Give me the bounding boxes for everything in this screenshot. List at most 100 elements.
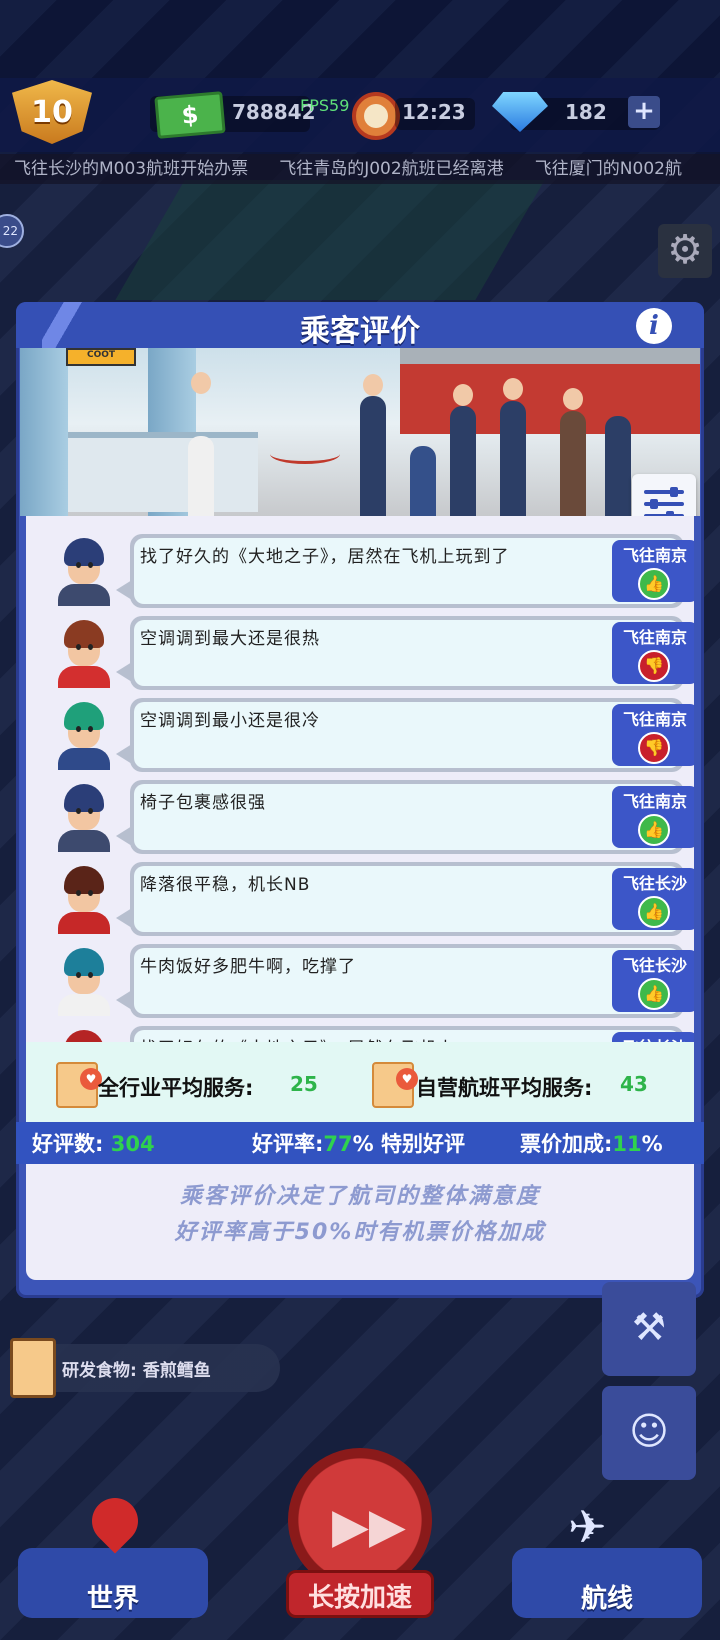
gear-icon[interactable]: ⚙ (658, 224, 712, 278)
avatar-eye (76, 890, 81, 896)
avatar-hair (64, 620, 104, 648)
shop-front (400, 364, 700, 434)
destination-tag: 飞往南京 👍 (612, 786, 694, 848)
checkin-counter (68, 432, 258, 512)
avatar-eye (88, 972, 93, 978)
passenger-head (503, 378, 523, 400)
service-stats: 全行业平均服务: 25 自营航班平均服务: 43 (26, 1042, 694, 1122)
sliders-icon[interactable] (632, 474, 696, 516)
destination-label: 飞往南京 (622, 546, 687, 565)
passenger-figure (500, 401, 526, 516)
avatar-eye (88, 644, 93, 650)
news-ticker: 飞往长沙的M003航班开始办票 飞往青岛的J002航班已经离港 飞往厦门的N00… (0, 154, 720, 184)
destination-tag: 飞往长沙 👍 (612, 950, 694, 1012)
paper-plane-icon: ✈ (568, 1500, 607, 1554)
passenger-figure (560, 411, 586, 516)
airport-banner-image: COOT (20, 348, 700, 516)
service-report-icon (56, 1062, 102, 1108)
avatar-eye (88, 890, 93, 896)
thumbs-up-icon: 👍 (638, 814, 670, 846)
footer-line: 乘客评价决定了航司的整体满意度 (179, 1184, 540, 1209)
avatar-eye (76, 726, 81, 732)
destination-tag: 飞往南京 👎 (612, 704, 694, 766)
passenger-avatar (54, 944, 114, 1018)
review-row: 空调调到最小还是很冷 飞往南京 👎 (26, 698, 694, 772)
avatar-body (58, 584, 110, 606)
avatar-eye (88, 726, 93, 732)
good-count-value: 304 (110, 1132, 155, 1156)
own-avg-value: 43 (620, 1072, 648, 1096)
gem-value: 182 (565, 100, 607, 124)
avatar-eye (76, 808, 81, 814)
thumbs-up-icon: 👍 (638, 896, 670, 928)
passenger-figure (360, 396, 386, 516)
staff-figure (188, 436, 214, 516)
avatar-hair (64, 866, 104, 894)
queue-rope (270, 444, 340, 464)
avatar-body (58, 912, 110, 934)
good-rate-label: 好评率: (252, 1132, 324, 1156)
passenger-figure (410, 446, 436, 516)
fps-counter: FPS59 (300, 96, 350, 115)
avatar-body (58, 830, 110, 852)
industry-avg-label: 全行业平均服务: (98, 1076, 254, 1100)
panel-title: 乘客评价 (300, 314, 420, 349)
speed-label: 长按加速 (307, 1583, 412, 1613)
thumbs-up-icon: 👍 (638, 978, 670, 1010)
industry-avg-value: 25 (290, 1072, 318, 1096)
review-text: 空调调到最小还是很冷 (140, 711, 320, 731)
review-text: 降落很平稳，机长NB (140, 875, 311, 895)
passenger-figure (605, 416, 631, 516)
avatar-hair (64, 948, 104, 976)
avatar-hair (64, 784, 104, 812)
passenger-avatar (54, 534, 114, 608)
clipboard-icon (10, 1338, 56, 1398)
shop-roof (400, 348, 700, 364)
add-gems-button[interactable]: + (628, 96, 660, 128)
passenger-avatar (54, 780, 114, 854)
avatar-eye (76, 972, 81, 978)
avatar-eye (76, 562, 81, 568)
avatar-hair (64, 702, 104, 730)
avatar-body (58, 748, 110, 770)
staff-button[interactable]: ☺ (602, 1386, 696, 1480)
review-row: 椅子包裹感很强 飞往南京 👍 (26, 780, 694, 854)
destination-tag: 飞往南京 👍 (612, 540, 694, 602)
alarm-clock-icon (352, 92, 400, 140)
destination-tag: 飞往长沙 👍 (612, 868, 694, 930)
review-row: 找了好久的《大地之子》，居然在飞机上玩到了 飞往南京 👍 (26, 534, 694, 608)
review-list[interactable]: 找了好久的《大地之子》，居然在飞机上玩到了 飞往南京 👍 空调调到最大还是很热 飞往南京… (26, 516, 694, 1058)
footer-line: 好评率高于50%时有机票价格加成 (174, 1220, 546, 1245)
passenger-head (563, 388, 583, 410)
review-row: 空调调到最大还是很热 飞往南京 👎 (26, 616, 694, 690)
cash-icon: $ (154, 91, 226, 139)
banner-sign: COOT (66, 348, 136, 366)
passenger-head (363, 374, 383, 396)
research-text: 研发食物: 香煎鳕鱼 (62, 1361, 211, 1381)
service-report-icon (372, 1062, 418, 1108)
good-rate-suffix: % 特别好评 (352, 1132, 465, 1156)
destination-label: 飞往长沙 (622, 874, 687, 893)
passenger-avatar (54, 698, 114, 772)
world-label: 世界 (86, 1584, 139, 1614)
review-text: 牛肉饭好多肥牛啊，吃撑了 (140, 957, 356, 977)
staff-head (191, 372, 211, 394)
ticker-item: 飞往青岛的J002航班已经离港 (279, 159, 504, 179)
repair-button[interactable]: ⚒ (602, 1282, 696, 1376)
review-text: 空调调到最大还是很热 (140, 629, 320, 649)
avatar-eye (88, 562, 93, 568)
avatar-eye (76, 644, 81, 650)
destination-label: 飞往长沙 (622, 956, 687, 975)
ticker-item: 飞往长沙的M003航班开始办票 (14, 159, 249, 179)
good-count-label: 好评数: (32, 1132, 104, 1156)
good-count: 好评数: 304 (32, 1128, 155, 1158)
review-text: 椅子包裹感很强 (140, 793, 266, 813)
info-icon[interactable]: i (636, 308, 672, 344)
destination-label: 飞往南京 (622, 628, 687, 647)
time-value: 12:23 (402, 100, 466, 124)
thumbs-down-icon: 👎 (638, 650, 670, 682)
passenger-review-panel: 乘客评价 i COOT 找了好久的《大地之子》，居然在飞机上玩到了 飞往南京 👍 空调… (16, 302, 704, 1298)
good-rate-value: 77 (323, 1132, 353, 1156)
price-bonus-value: 11 (612, 1132, 642, 1156)
avatar-eye (88, 808, 93, 814)
